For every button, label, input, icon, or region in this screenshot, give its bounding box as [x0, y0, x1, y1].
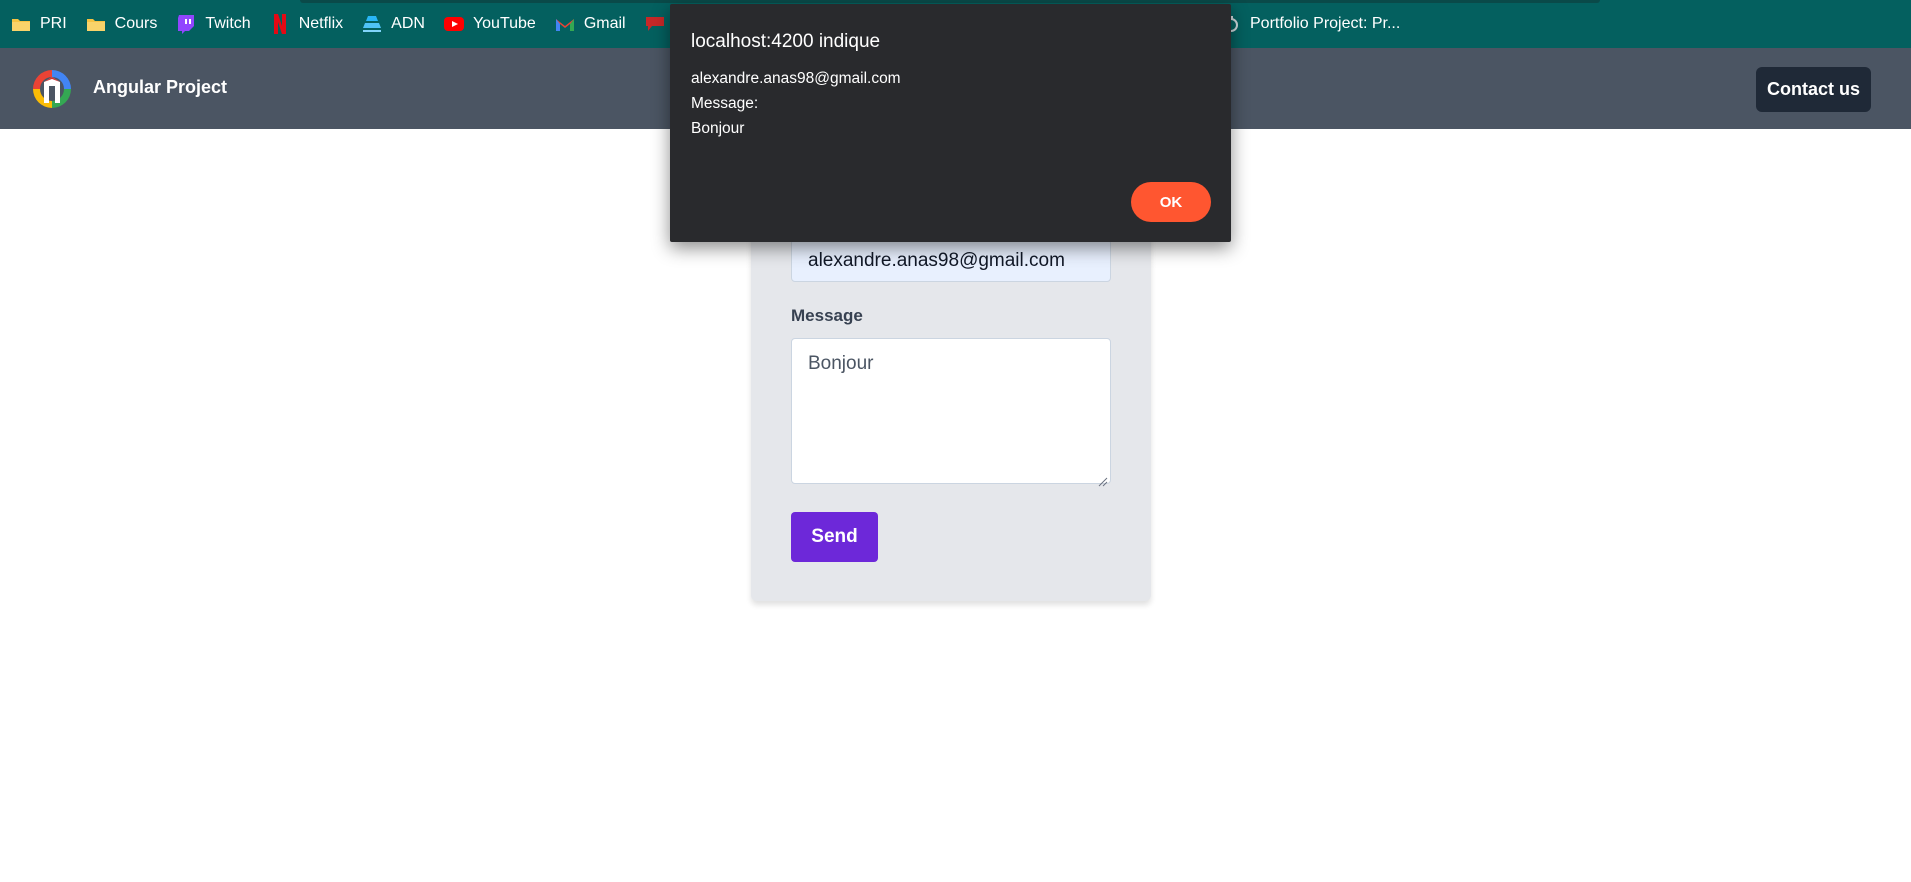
app-title[interactable]: Angular Project: [93, 77, 227, 98]
bookmark-netflix[interactable]: Netflix: [267, 8, 353, 40]
bookmark-pri[interactable]: PRI: [8, 8, 77, 40]
gmail-icon: [554, 13, 576, 35]
bookmark-adn[interactable]: ADN: [359, 8, 435, 40]
folder-icon: [10, 13, 32, 35]
bookmark-label: YouTube: [472, 15, 536, 32]
bookmark-label: Portfolio Project: Pr...: [1250, 15, 1401, 32]
adn-icon: [361, 13, 383, 35]
bookmark-portfolio[interactable]: Portfolio Project: Pr...: [1218, 8, 1410, 40]
netflix-icon: [269, 13, 291, 35]
dialog-line: Bonjour: [691, 120, 745, 137]
email-input[interactable]: alexandre.anas98@gmail.com: [791, 239, 1111, 282]
twitch-icon: [175, 13, 197, 35]
send-button[interactable]: Send: [791, 512, 878, 562]
bookmark-label: Twitch: [205, 15, 251, 32]
bookmark-label: Cours: [114, 15, 158, 32]
bookmark-gmail[interactable]: Gmail: [552, 8, 636, 40]
message-label: Message: [791, 306, 863, 325]
bookmark-cours[interactable]: Cours: [83, 8, 168, 40]
alert-dialog: localhost:4200 indique alexandre.anas98@…: [670, 4, 1231, 242]
folder-icon: [85, 13, 107, 35]
bookmark-youtube[interactable]: YouTube: [441, 8, 546, 40]
message-text: Bonjour: [808, 353, 874, 374]
dialog-message: alexandre.anas98@gmail.com Message: Bonj…: [691, 66, 901, 141]
ok-button[interactable]: OK: [1131, 182, 1211, 222]
resize-handle-icon[interactable]: [1098, 471, 1108, 487]
bookmark-label: PRI: [40, 15, 67, 32]
message-textarea[interactable]: Bonjour: [791, 338, 1111, 487]
youtube-icon: [443, 13, 465, 35]
bookmark-label: Netflix: [298, 15, 344, 32]
bookmark-label: Gmail: [583, 15, 626, 32]
bookmark-label: ADN: [391, 15, 425, 32]
bookmark-twitch[interactable]: Twitch: [173, 8, 260, 40]
dialog-line: Message:: [691, 95, 759, 112]
contact-us-button[interactable]: Contact us: [1756, 67, 1871, 112]
dialog-title: localhost:4200 indique: [691, 31, 881, 52]
angular-project-logo-icon[interactable]: [30, 67, 74, 111]
flag-icon: [644, 13, 666, 35]
dialog-line: alexandre.anas98@gmail.com: [691, 70, 901, 87]
